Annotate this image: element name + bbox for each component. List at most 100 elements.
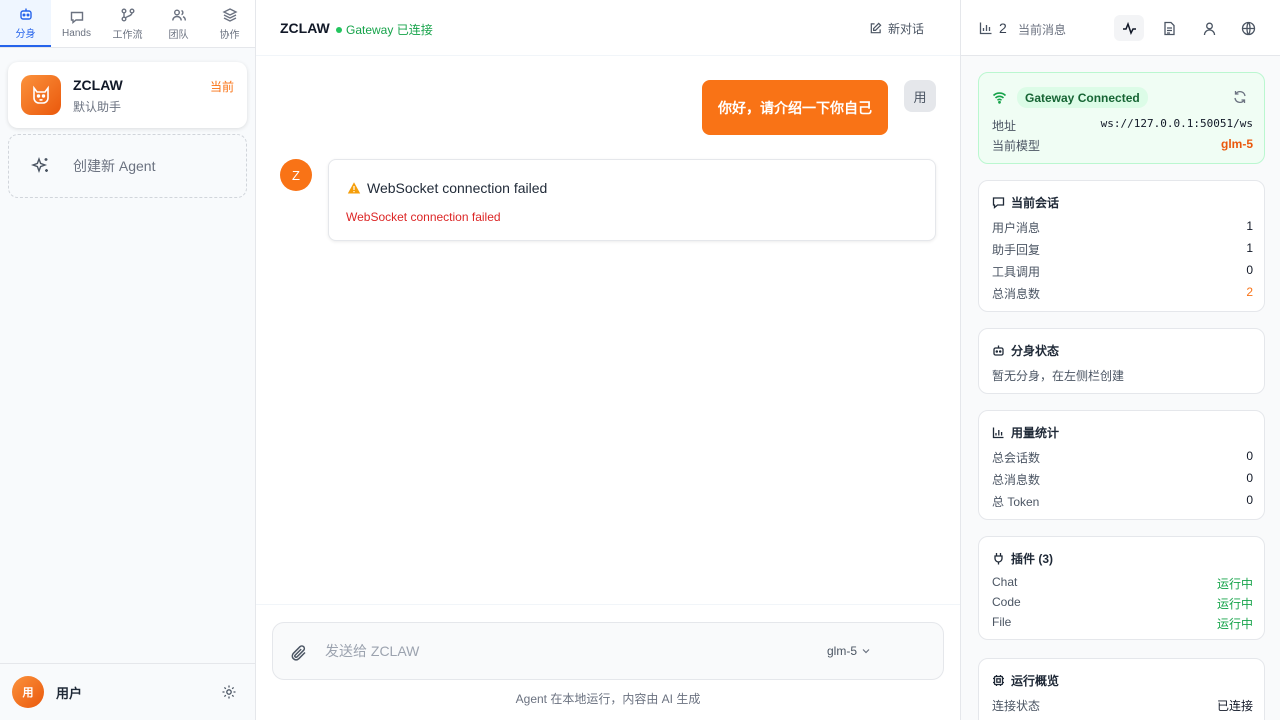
stat-label: 用户消息	[992, 221, 1041, 235]
plugin-name: Code	[992, 595, 1021, 609]
chat-header: ZCLAW Gateway 已连接 新对话	[256, 0, 960, 56]
stat-value: 1	[1246, 219, 1253, 233]
user-message-text: 你好，请介绍一下你自己	[718, 99, 872, 116]
agent-avatar	[21, 75, 61, 115]
plugin-status: 运行中	[1216, 597, 1253, 611]
activity-icon	[1122, 21, 1136, 35]
new-chat-button[interactable]: 新对话	[869, 20, 924, 37]
input-area: glm-5 Agent 在本地运行，内容由 AI 生成	[256, 604, 960, 720]
agent-card-zclaw[interactable]: ZCLAW 默认助手 当前	[8, 62, 247, 128]
tab-workflow[interactable]: 工作流	[102, 0, 153, 47]
stat-value: 1	[1246, 241, 1253, 255]
plugins-card-title: 插件 (3)	[992, 550, 1053, 567]
agent-name: ZCLAW	[73, 77, 123, 93]
gateway-model-label: 当前模型	[992, 139, 1041, 153]
gateway-model: glm-5	[1220, 137, 1253, 151]
wifi-icon	[992, 92, 1007, 104]
stat-row: 连接状态 已连接	[992, 697, 1253, 714]
usage-card: 用量统计 总会话数 0 总消息数 0 总 Token 0	[978, 410, 1265, 520]
chat-icon	[70, 11, 83, 24]
stat-row: 工具调用 0	[992, 263, 1253, 280]
error-title: WebSocket connection failed	[347, 180, 547, 196]
user-icon	[1203, 22, 1215, 35]
sidebar-footer: 用 用户	[0, 663, 255, 720]
paperclip-icon[interactable]	[290, 644, 308, 662]
chat-icon	[992, 197, 1005, 209]
overview-card-title: 运行概览	[992, 672, 1059, 689]
create-agent-button[interactable]: 创建新 Agent	[8, 134, 247, 198]
clone-status-card: 分身状态 暂无分身，在左侧栏创建	[978, 328, 1265, 394]
empty-state-text: 暂无分身，在左侧栏创建	[992, 369, 1125, 383]
new-chat-label: 新对话	[887, 22, 924, 36]
user-avatar[interactable]: 用	[12, 676, 44, 708]
stat-label: 总消息数	[992, 473, 1041, 487]
plugins-card: 插件 (3) Chat 运行中 Code 运行中 File 运行中	[978, 536, 1265, 640]
stat-value: 0	[1246, 263, 1253, 277]
tab-profile[interactable]	[1194, 15, 1224, 41]
card-title-text: 用量统计	[1011, 426, 1060, 440]
gear-icon[interactable]	[221, 684, 237, 700]
tab-clones[interactable]: 分身	[0, 0, 51, 47]
warning-icon	[347, 182, 361, 194]
tab-globe[interactable]	[1233, 15, 1263, 41]
stat-row: 助手回复 1	[992, 241, 1253, 258]
chevron-down-icon	[862, 649, 870, 654]
composer: glm-5	[272, 622, 944, 680]
plug-icon	[994, 553, 1003, 565]
sparkles-icon	[31, 156, 48, 174]
stat-row: 总消息数 0	[992, 471, 1253, 488]
tab-hands[interactable]: Hands	[51, 0, 102, 47]
plugin-status: 运行中	[1216, 617, 1253, 631]
cpu-icon	[993, 675, 1004, 686]
gateway-address-row: 地址 ws://127.0.0.1:50051/ws	[992, 117, 1253, 134]
clone-status-title: 分身状态	[992, 342, 1059, 359]
stat-label: 总 Token	[992, 495, 1040, 509]
stat-label: 连接状态	[992, 699, 1041, 713]
stat-row: 总消息数 2	[992, 285, 1253, 302]
bar-chart-icon	[979, 22, 992, 35]
tab-label: Hands	[62, 27, 91, 39]
tab-files[interactable]	[1154, 15, 1184, 41]
error-detail: WebSocket connection failed	[346, 210, 501, 224]
stat-value: 0	[1246, 471, 1253, 485]
usage-card-title: 用量统计	[992, 424, 1059, 441]
stat-value: 已连接	[1216, 699, 1253, 713]
chat-main: ZCLAW Gateway 已连接 新对话 你好，请介绍一下你自己 用 Z We…	[256, 0, 960, 720]
card-title-text: 插件 (3)	[1011, 552, 1054, 566]
stat-label: 总消息数	[992, 287, 1041, 301]
stat-label: 助手回复	[992, 243, 1041, 257]
message-count-value: 2	[999, 20, 1007, 36]
cat-icon	[33, 85, 49, 104]
card-title-text: 当前会话	[1011, 196, 1060, 210]
stat-row: 总会话数 0	[992, 449, 1253, 466]
stat-label: 总会话数	[992, 451, 1041, 465]
model-select-value: glm-5	[827, 644, 858, 658]
plugin-status: 运行中	[1216, 577, 1253, 591]
session-card-title: 当前会话	[992, 194, 1059, 211]
agent-description: 默认助手	[73, 100, 122, 114]
tab-team[interactable]: 团队	[153, 0, 204, 47]
error-title-text: WebSocket connection failed	[367, 180, 548, 196]
sidebar: 分身 Hands 工作流 团队 协作 ZCLAW 默认助手 当前 创建新 Age…	[0, 0, 256, 720]
tab-collab[interactable]: 协作	[204, 0, 255, 47]
tab-activity[interactable]	[1114, 15, 1144, 41]
message-input[interactable]	[325, 640, 765, 662]
tab-label: 分身	[15, 28, 36, 40]
assistant-error-message: WebSocket connection failed WebSocket co…	[328, 159, 936, 241]
status-dot	[336, 26, 342, 33]
plugin-row: Chat 运行中	[992, 575, 1253, 592]
edit-icon	[870, 22, 882, 34]
model-select[interactable]: glm-5	[827, 644, 871, 658]
card-title-text: 运行概览	[1011, 674, 1060, 688]
refresh-icon[interactable]	[1233, 90, 1247, 104]
right-panel-header: 2 当前消息	[961, 0, 1280, 56]
bar-chart-icon	[992, 427, 1004, 439]
disclaimer: Agent 在本地运行，内容由 AI 生成	[515, 692, 701, 706]
plugin-name: File	[992, 615, 1012, 629]
user-message: 你好，请介绍一下你自己	[702, 80, 888, 135]
session-card: 当前会话 用户消息 1 助手回复 1 工具调用 0 总消息数 2	[978, 180, 1265, 312]
stat-value: 0	[1246, 493, 1253, 507]
team-icon	[171, 9, 186, 21]
overview-card: 运行概览 连接状态 已连接	[978, 658, 1265, 720]
stat-row: 用户消息 1	[992, 219, 1253, 236]
